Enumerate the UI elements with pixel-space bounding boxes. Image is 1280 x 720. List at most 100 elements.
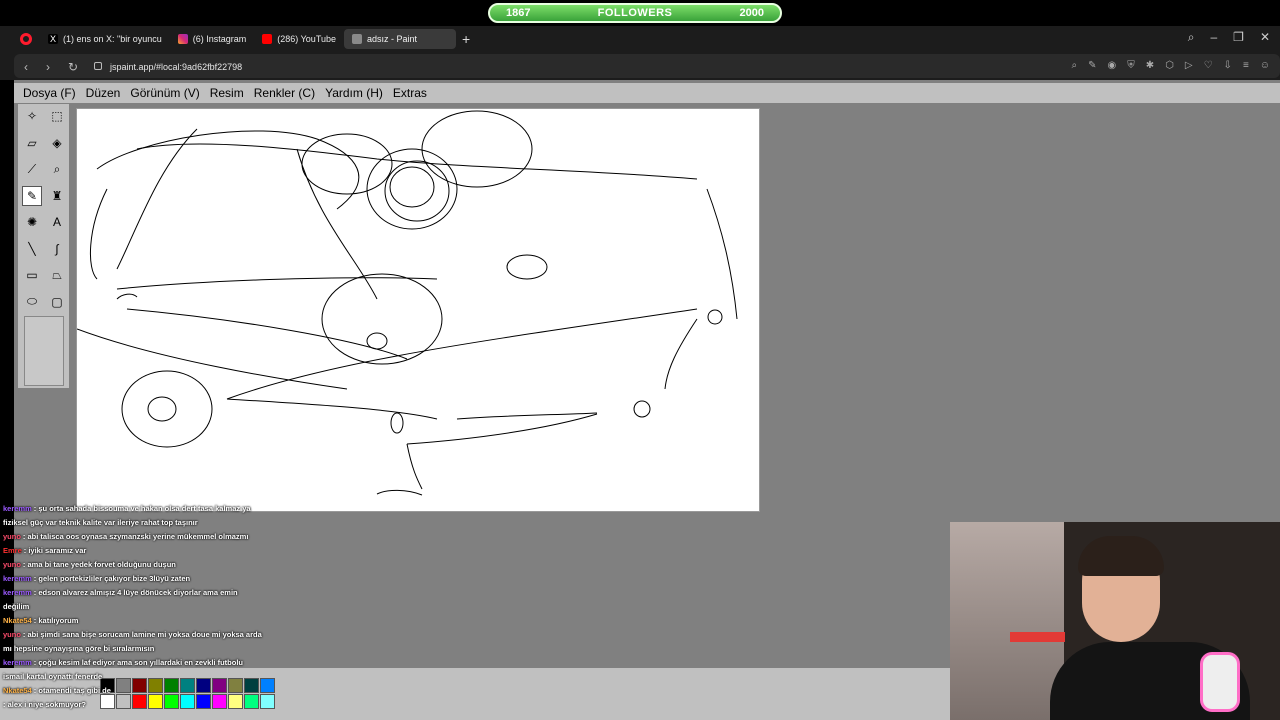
chat-text: : katılıyorum: [33, 616, 79, 625]
ellipse-tool[interactable]: ⬭: [22, 292, 42, 312]
chat-username: yuno: [3, 560, 21, 569]
maximize-icon[interactable]: ❐: [1233, 30, 1244, 45]
youtube-icon: [262, 34, 273, 44]
microphone-icon: [1200, 652, 1240, 712]
free-form-select-tool[interactable]: ✧: [22, 106, 42, 126]
followers-label: FOLLOWERS: [597, 7, 673, 19]
heart-icon[interactable]: ♡: [1204, 60, 1213, 71]
back-icon[interactable]: ‹: [24, 60, 28, 74]
rect-select-tool[interactable]: ⬚: [47, 106, 67, 126]
chat-text: mı hepsine oynayışına göre bi sıralarmıs…: [3, 644, 155, 653]
followers-goal-bar: 1867 FOLLOWERS 2000: [488, 3, 782, 23]
webcam-feed: [950, 522, 1280, 720]
polygon-tool[interactable]: ⏢: [47, 265, 67, 285]
menu-help[interactable]: Yardım (H): [320, 86, 388, 100]
followers-goal: 2000: [739, 7, 764, 19]
chat-username: Nkate54: [3, 616, 32, 625]
chat-text: fiziksel güç var teknik kalite var ileri…: [3, 518, 198, 527]
lock-icon: [94, 62, 102, 70]
chat-username: yuno: [3, 630, 21, 639]
menu-extras[interactable]: Extras: [388, 86, 432, 100]
instagram-icon: [177, 34, 188, 44]
menu-view[interactable]: Görünüm (V): [125, 86, 204, 100]
chat-text: : edson alvarez almışız 4 lüye dönücek d…: [33, 588, 238, 597]
tab-youtube[interactable]: (286) YouTube: [254, 29, 344, 49]
browser-tab-bar: X (1) ens on X: "bir oyuncu (6) Instagra…: [0, 26, 1280, 52]
brush-tool[interactable]: ♜: [47, 186, 67, 206]
chat-username: Emre: [3, 546, 22, 555]
chat-text: : iyiki saramız var: [23, 546, 87, 555]
chat-message: ismail kartal oynattı fenerde: [0, 670, 290, 684]
url-text[interactable]: jspaint.app/#local:9ad62fbf22798: [110, 62, 242, 72]
stream-chat: keremm: şu orta sahada bissouma ve hakan…: [0, 502, 290, 720]
opera-logo-icon[interactable]: [20, 33, 32, 45]
address-box[interactable]: ‹ › ↻ jspaint.app/#local:9ad62fbf22798 ⌕…: [14, 54, 1280, 78]
x-logo-icon: X: [48, 34, 58, 44]
chat-message: Nkate54: katılıyorum: [0, 614, 290, 628]
chat-message: yuno: ama bi tane yedek forvet olduğunu …: [0, 558, 290, 572]
camera-icon[interactable]: ◉: [1108, 60, 1117, 71]
browser-address-bar: ‹ › ↻ jspaint.app/#local:9ad62fbf22798 ⌕…: [0, 52, 1280, 80]
pencil-tool[interactable]: ✎: [22, 185, 42, 206]
chat-text: : abi talisca oos oynasa szymanzski yeri…: [22, 532, 249, 541]
chat-username: yuno: [3, 532, 21, 541]
menu-image[interactable]: Resim: [205, 86, 249, 100]
chat-username: keremm: [3, 658, 32, 667]
minimize-icon[interactable]: –: [1210, 30, 1217, 45]
chat-text: ismail kartal oynattı fenerde: [3, 672, 103, 681]
drawing-canvas[interactable]: [76, 108, 760, 512]
color-picker-tool[interactable]: ⟋: [22, 159, 42, 179]
shield-icon[interactable]: ⛨: [1127, 60, 1135, 71]
chat-message: keremm: çoğu kesim laf ediyor ama son yı…: [0, 656, 290, 670]
menu-colors[interactable]: Renkler (C): [249, 86, 320, 100]
tab-label: (286) YouTube: [277, 34, 336, 44]
forward-icon[interactable]: ›: [46, 60, 50, 74]
tab-label: (6) Instagram: [192, 34, 247, 44]
airbrush-tool[interactable]: ✺: [22, 212, 42, 232]
stream-overlay-top: 1867 FOLLOWERS 2000: [0, 0, 1280, 26]
tab-label: adsız - Paint: [367, 34, 418, 44]
close-icon[interactable]: ✕: [1260, 30, 1270, 45]
chat-message: Emre: iyiki saramız var: [0, 544, 290, 558]
rectangle-tool[interactable]: ▭: [22, 265, 42, 285]
tab-paint[interactable]: adsız - Paint: [344, 29, 456, 49]
chat-text: : otamendi taş gibi de: [33, 686, 111, 695]
chat-text: değilim: [3, 602, 30, 611]
reload-icon[interactable]: ↻: [68, 60, 78, 74]
chat-message: yuno: abi şimdi sana bişe sorucam lamine…: [0, 628, 290, 642]
text-tool[interactable]: A: [47, 212, 67, 232]
tab-twitter[interactable]: X (1) ens on X: "bir oyuncu: [40, 29, 170, 49]
followers-current: 1867: [506, 7, 531, 19]
tab-label: (1) ens on X: "bir oyuncu: [63, 34, 162, 44]
chat-text: : ama bi tane yedek forvet olduğunu duşu…: [22, 560, 176, 569]
extension-icon[interactable]: ✱: [1146, 60, 1154, 71]
eraser-tool[interactable]: ▱: [22, 133, 42, 153]
zoom-icon[interactable]: ⌕: [1072, 60, 1078, 71]
rounded-rect-tool[interactable]: ▢: [47, 292, 67, 312]
tab-instagram[interactable]: (6) Instagram: [170, 29, 255, 49]
magnifier-tool[interactable]: ⌕: [47, 159, 67, 179]
line-tool[interactable]: ╲: [22, 239, 42, 259]
menu-file[interactable]: Dosya (F): [18, 86, 81, 100]
profile-icon[interactable]: ☺: [1260, 60, 1270, 71]
toolbox: ✧ ⬚ ▱ ◈ ⟋ ⌕ ✎ ♜ ✺ A ╲ ∫ ▭ ⏢ ⬭ ▢: [18, 104, 70, 388]
chat-message: keremm: edson alvarez almışız 4 lüye dön…: [0, 586, 290, 600]
curve-tool[interactable]: ∫: [47, 239, 67, 259]
new-tab-icon[interactable]: +: [462, 31, 470, 47]
menu-edit[interactable]: Düzen: [81, 86, 126, 100]
tool-options[interactable]: [24, 316, 64, 386]
chat-username: keremm: [3, 504, 32, 513]
chat-username: Nkate54: [3, 686, 32, 695]
vpn-icon[interactable]: ⬡: [1165, 60, 1174, 71]
edit-icon[interactable]: ✎: [1088, 60, 1096, 71]
play-icon[interactable]: ▷: [1185, 60, 1193, 71]
search-icon[interactable]: ⌕: [1188, 30, 1195, 45]
menu-icon[interactable]: ≡: [1243, 60, 1249, 71]
chat-message: keremm: şu orta sahada bissouma ve hakan…: [0, 502, 290, 516]
chat-message: yuno: abi talisca oos oynasa szymanzski …: [0, 530, 290, 544]
download-icon[interactable]: ⇩: [1224, 60, 1232, 71]
chat-username: keremm: [3, 588, 32, 597]
paint-icon: [352, 34, 362, 44]
chat-text: : abi şimdi sana bişe sorucam lamine mi …: [22, 630, 262, 639]
fill-tool[interactable]: ◈: [47, 133, 67, 153]
